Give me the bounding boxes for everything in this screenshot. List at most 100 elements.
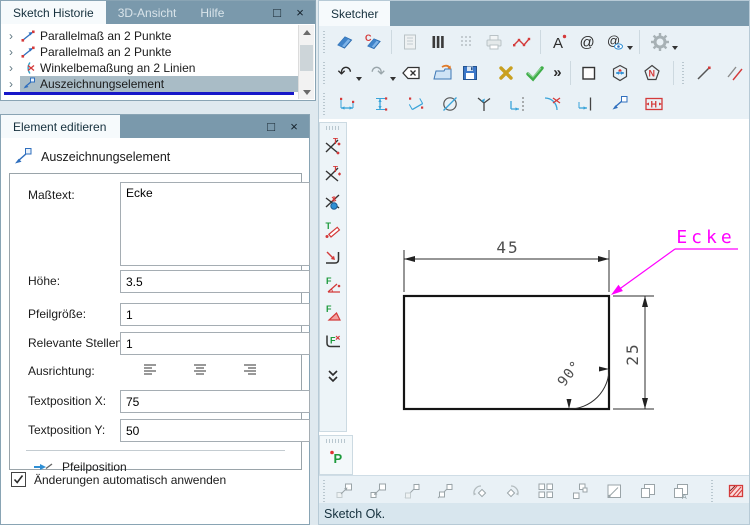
sheet-button[interactable] <box>398 30 422 54</box>
undo-button[interactable]: ↶ <box>333 61 356 85</box>
tree-item[interactable]: › Parallelmaß an 2 Punkte <box>2 28 298 44</box>
hatch-button[interactable] <box>724 479 747 503</box>
tree-item[interactable]: › Winkelbemaßung an 2 Linien <box>2 60 298 76</box>
dropdown-caret-icon[interactable] <box>672 46 678 50</box>
line-tool-button[interactable] <box>692 61 715 85</box>
leader-tool-button[interactable] <box>608 92 632 116</box>
tab-sketcher[interactable]: Sketcher <box>319 1 390 26</box>
corner-fillet-f-button[interactable]: F <box>321 330 345 354</box>
drawing-rectangle[interactable] <box>404 296 609 409</box>
polygon-drag-button[interactable] <box>609 61 632 85</box>
align-left-button[interactable] <box>138 360 162 378</box>
solid-bars-button[interactable] <box>426 30 450 54</box>
toolbar-handle[interactable] <box>326 439 346 443</box>
stretch-button[interactable] <box>602 479 625 503</box>
polyline-button[interactable] <box>510 30 534 54</box>
dim-vertical-button[interactable] <box>370 92 394 116</box>
snap-delete-button[interactable] <box>321 190 345 214</box>
toolbar-handle[interactable] <box>326 126 340 130</box>
apply-button[interactable] <box>523 61 546 85</box>
dim-diameter-button[interactable] <box>438 92 462 116</box>
align-right-button[interactable] <box>238 360 262 378</box>
perpendicular-arrow-button[interactable] <box>321 246 345 270</box>
chevron-right-icon[interactable]: › <box>2 30 20 42</box>
scale-up-button[interactable] <box>333 479 356 503</box>
auto-apply-checkbox[interactable] <box>11 472 26 487</box>
chevron-right-icon[interactable]: › <box>2 46 20 58</box>
dim-linear-button[interactable] <box>336 92 360 116</box>
tree-item[interactable]: › Parallelmaß an 2 Punkte <box>2 44 298 60</box>
textposition-y-input[interactable] <box>120 419 310 442</box>
tab-hilfe[interactable]: Hilfe <box>188 1 236 24</box>
gear-button[interactable] <box>648 30 672 54</box>
masstext-input[interactable]: Ecke <box>120 182 310 266</box>
tree-item-selected[interactable]: › Auszeichnungselement <box>2 76 298 92</box>
rotate-cw-button[interactable] <box>501 479 524 503</box>
overflow-button[interactable]: » <box>551 61 565 85</box>
dim-aligned-button[interactable] <box>404 92 428 116</box>
rotate-ccw-button[interactable] <box>468 479 491 503</box>
dim-to-line-button[interactable] <box>574 92 598 116</box>
dropdown-caret-icon[interactable] <box>390 77 396 81</box>
snap-intersection-t2-button[interactable]: T <box>321 162 345 186</box>
hoehe-input[interactable] <box>120 270 310 293</box>
dim-angle-lines-button[interactable] <box>472 92 496 116</box>
eraser-color-button[interactable]: C <box>361 30 385 54</box>
array-grid-button[interactable] <box>535 479 558 503</box>
dropdown-caret-icon[interactable] <box>627 46 633 50</box>
eraser-button[interactable] <box>333 30 357 54</box>
save-button[interactable] <box>458 61 481 85</box>
close-icon[interactable]: × <box>293 6 307 19</box>
dropdown-caret-icon[interactable] <box>356 77 362 81</box>
cancel-button[interactable] <box>494 61 517 85</box>
maximize-icon[interactable]: □ <box>270 6 284 19</box>
toolbar-handle[interactable] <box>682 62 687 84</box>
rectangle-mode-button[interactable] <box>577 61 600 85</box>
close-icon[interactable]: × <box>287 120 301 133</box>
toolbar-handle[interactable] <box>323 31 328 53</box>
angle-constraint-f2-button[interactable]: F <box>321 302 345 326</box>
chevron-right-icon[interactable]: › <box>2 62 20 74</box>
attribute-preview-button[interactable]: @ <box>603 30 627 54</box>
text-button[interactable]: A <box>547 30 571 54</box>
polygon-n-button[interactable]: N <box>640 61 663 85</box>
history-scrollbar[interactable] <box>298 25 314 99</box>
redo-button[interactable]: ↷ <box>366 61 389 85</box>
open-button[interactable] <box>431 61 454 85</box>
mirror-axis2-button[interactable] <box>434 479 457 503</box>
tangent-constraint-button[interactable]: T <box>321 218 345 242</box>
maximize-icon[interactable]: □ <box>264 120 278 133</box>
point-p-button[interactable]: P <box>324 445 348 469</box>
cad-drawing[interactable]: 45 25 90° Ecke <box>348 119 749 475</box>
dim-h-red-button[interactable]: H <box>642 92 666 116</box>
align-center-button[interactable] <box>188 360 212 378</box>
toolbar-handle[interactable] <box>323 62 328 84</box>
leader-annotation[interactable]: Ecke <box>611 227 738 295</box>
dashed-bars-button[interactable] <box>454 30 478 54</box>
toolbar-handle[interactable] <box>323 93 328 115</box>
leader-text[interactable]: Ecke <box>676 227 735 248</box>
toolbar-handle[interactable] <box>711 480 716 502</box>
more-tools-chevron-icon[interactable] <box>321 364 345 388</box>
scroll-down-icon[interactable] <box>299 85 314 99</box>
parallel-line-tool-button[interactable] <box>724 61 747 85</box>
textposition-x-input[interactable] <box>120 390 310 413</box>
tab-sketch-historie[interactable]: Sketch Historie <box>1 1 106 24</box>
sketch-canvas-area[interactable]: T T T F F <box>319 119 749 475</box>
backspace-button[interactable] <box>400 61 423 85</box>
scroll-up-icon[interactable] <box>299 25 314 39</box>
angle-constraint-f1-button[interactable]: F <box>321 274 345 298</box>
pfeilgroesse-input[interactable] <box>120 303 310 326</box>
relevante-stellen-input[interactable] <box>120 332 310 355</box>
toolbar-handle[interactable] <box>323 480 328 502</box>
scale-down-button[interactable] <box>366 479 389 503</box>
snap-intersection-t-button[interactable]: T <box>321 134 345 158</box>
scrollbar-thumb[interactable] <box>300 45 313 71</box>
attribute-button[interactable]: @ <box>575 30 599 54</box>
chevron-right-icon[interactable]: › <box>2 78 20 90</box>
dim-angle-arc-button[interactable] <box>540 92 564 116</box>
mirror-axis-button[interactable] <box>400 479 423 503</box>
array-offset-button[interactable] <box>569 479 592 503</box>
dim-ordinate-button[interactable] <box>506 92 530 116</box>
plotter-button[interactable] <box>482 30 506 54</box>
